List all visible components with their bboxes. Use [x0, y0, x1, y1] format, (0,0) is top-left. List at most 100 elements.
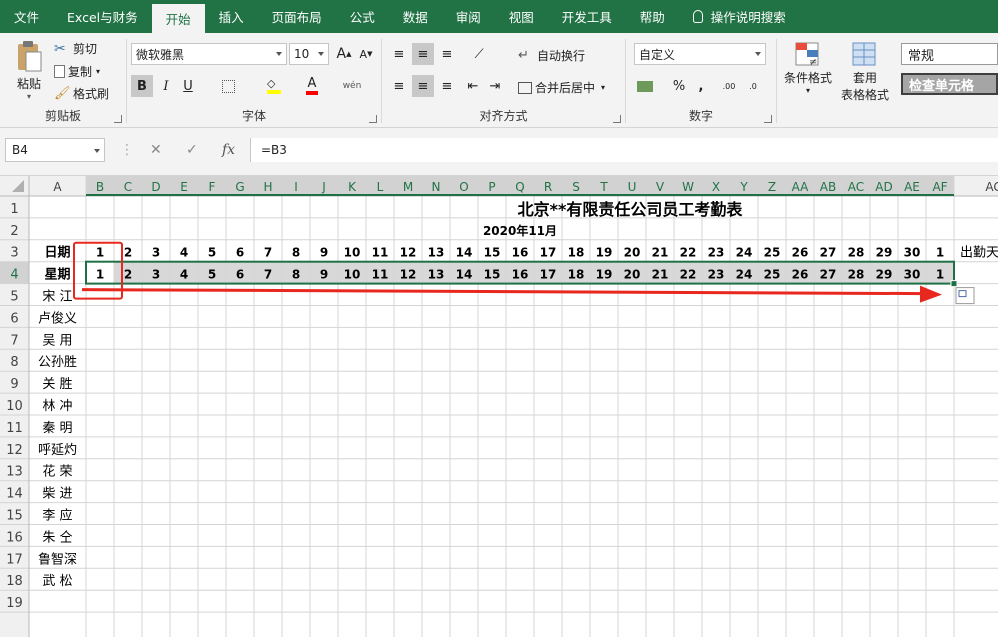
employee-name[interactable]: 公孙胜	[38, 355, 77, 370]
weekday-cell[interactable]: 16	[512, 268, 529, 282]
employee-name[interactable]: 吴 用	[42, 333, 72, 348]
font-size-select[interactable]: 10	[289, 43, 329, 65]
row-header-4[interactable]: 4	[10, 268, 18, 283]
weekday-cell[interactable]: 11	[372, 268, 389, 282]
column-header-L[interactable]: L	[377, 180, 384, 194]
column-header-P[interactable]: P	[488, 180, 495, 194]
employee-name[interactable]: 柴 进	[42, 487, 72, 502]
weekday-cell[interactable]: 4	[180, 268, 188, 282]
column-header-W[interactable]: W	[682, 180, 694, 194]
grow-font-button[interactable]: A ▲	[333, 43, 355, 65]
cell-grid[interactable]: A B C D E F G H I J K L M N O P Q R S T U V W X Y Z AA AB AC AD AE AF AG…	[0, 176, 998, 637]
tab-11[interactable]: 操作说明搜索	[679, 0, 800, 33]
employee-name[interactable]: 卢俊义	[38, 310, 77, 326]
paste-button[interactable]: 粘贴 ▾	[14, 39, 44, 101]
date-cell[interactable]: 6	[236, 246, 244, 260]
column-header-R[interactable]: R	[544, 180, 552, 194]
date-cell[interactable]: 29	[876, 246, 893, 260]
weekday-cell[interactable]: 25	[764, 268, 781, 282]
enter-icon[interactable]: ✓	[186, 142, 198, 158]
column-header-B[interactable]: B	[96, 180, 104, 194]
row-header-5[interactable]: 5	[10, 290, 18, 305]
fill-color-button[interactable]: ◇	[263, 75, 285, 97]
insert-function-icon[interactable]: fx	[222, 142, 235, 158]
date-cell[interactable]: 18	[568, 246, 585, 260]
column-header-K[interactable]: K	[348, 180, 357, 194]
weekday-cell[interactable]: 6	[236, 268, 244, 282]
weekday-cell[interactable]: 26	[792, 268, 809, 282]
date-cell[interactable]: 12	[400, 246, 417, 260]
date-cell[interactable]: 1	[936, 246, 944, 260]
date-cell[interactable]: 7	[264, 246, 272, 260]
employee-name[interactable]: 李 应	[42, 508, 72, 524]
dialog-launcher-icon[interactable]	[613, 115, 621, 123]
row-header-16[interactable]: 16	[6, 530, 23, 545]
bold-button[interactable]: B	[131, 75, 153, 97]
employee-name[interactable]: 秦 明	[42, 421, 72, 436]
tab-10[interactable]: 帮助	[626, 0, 679, 33]
column-header-Z[interactable]: Z	[768, 180, 776, 194]
weekday-cell[interactable]: 12	[400, 268, 417, 282]
employee-name[interactable]: 呼延灼	[38, 443, 77, 458]
decrease-indent-icon[interactable]: ⇤	[462, 75, 484, 97]
date-cell[interactable]: 16	[512, 246, 529, 260]
column-header-Y[interactable]: Y	[739, 180, 748, 194]
date-cell[interactable]: 23	[708, 246, 725, 260]
column-header-AC[interactable]: AC	[848, 180, 864, 194]
column-header-F[interactable]: F	[209, 180, 216, 194]
borders-button[interactable]	[217, 75, 239, 97]
date-cell[interactable]: 21	[652, 246, 669, 260]
column-header-AF[interactable]: AF	[932, 180, 947, 194]
column-header-C[interactable]: C	[124, 180, 132, 194]
date-cell[interactable]: 27	[820, 246, 837, 260]
weekday-cell[interactable]: 22	[680, 268, 697, 282]
comma-button[interactable]: ,	[690, 75, 712, 97]
date-cell[interactable]: 24	[736, 246, 753, 260]
weekday-cell[interactable]: 24	[736, 268, 753, 282]
cut-button[interactable]: ✂ 剪切	[54, 40, 97, 57]
weekday-cell[interactable]: 27	[820, 268, 837, 282]
underline-button[interactable]: U	[177, 75, 199, 97]
dialog-launcher-icon[interactable]	[764, 115, 772, 123]
column-header-O[interactable]: O	[459, 180, 468, 194]
format-painter-button[interactable]: 🖌 格式刷	[54, 85, 109, 102]
row-header-15[interactable]: 15	[6, 509, 23, 524]
weekday-cell[interactable]: 17	[540, 268, 557, 282]
weekday-cell[interactable]: 15	[484, 268, 501, 282]
align-left-icon[interactable]: ≡	[388, 75, 410, 97]
date-cell[interactable]: 15	[484, 246, 501, 260]
decrease-decimal-button[interactable]: .0	[742, 75, 764, 97]
align-right-icon[interactable]: ≡	[436, 75, 458, 97]
phonetic-button[interactable]: wén	[341, 75, 363, 97]
weekday-cell[interactable]: 18	[568, 268, 585, 282]
increase-decimal-button[interactable]: .00	[718, 75, 740, 97]
date-cell[interactable]: 4	[180, 246, 188, 260]
percent-button[interactable]: %	[668, 75, 690, 97]
increase-indent-icon[interactable]: ⇥	[484, 75, 506, 97]
dialog-launcher-icon[interactable]	[114, 115, 122, 123]
column-header-I[interactable]: I	[294, 180, 298, 194]
weekday-cell[interactable]: 19	[596, 268, 613, 282]
column-header-AB[interactable]: AB	[820, 180, 836, 194]
align-bottom-icon[interactable]: ≡	[436, 43, 458, 65]
employee-name[interactable]: 关 胜	[42, 377, 72, 392]
row-header-6[interactable]: 6	[10, 311, 18, 326]
currency-button[interactable]	[634, 75, 656, 97]
employee-name[interactable]: 林 冲	[42, 399, 72, 414]
date-cell[interactable]: 14	[456, 246, 473, 260]
column-header-AE[interactable]: AE	[904, 180, 920, 194]
row-header-1[interactable]: 1	[10, 202, 18, 217]
date-cell[interactable]: 25	[764, 246, 781, 260]
weekday-cell[interactable]: 3	[152, 268, 160, 282]
date-cell[interactable]: 5	[208, 246, 216, 260]
column-header-J[interactable]: J	[321, 180, 326, 194]
number-format-select[interactable]: 自定义	[634, 43, 766, 65]
formula-input[interactable]: =B3	[250, 138, 998, 162]
row-header-10[interactable]: 10	[6, 399, 23, 414]
row-header-11[interactable]: 11	[6, 421, 23, 436]
column-header-H[interactable]: H	[263, 180, 272, 194]
weekday-cell[interactable]: 10	[344, 268, 361, 282]
column-header-S[interactable]: S	[572, 180, 580, 194]
column-header-AA[interactable]: AA	[792, 180, 810, 194]
date-cell[interactable]: 22	[680, 246, 697, 260]
